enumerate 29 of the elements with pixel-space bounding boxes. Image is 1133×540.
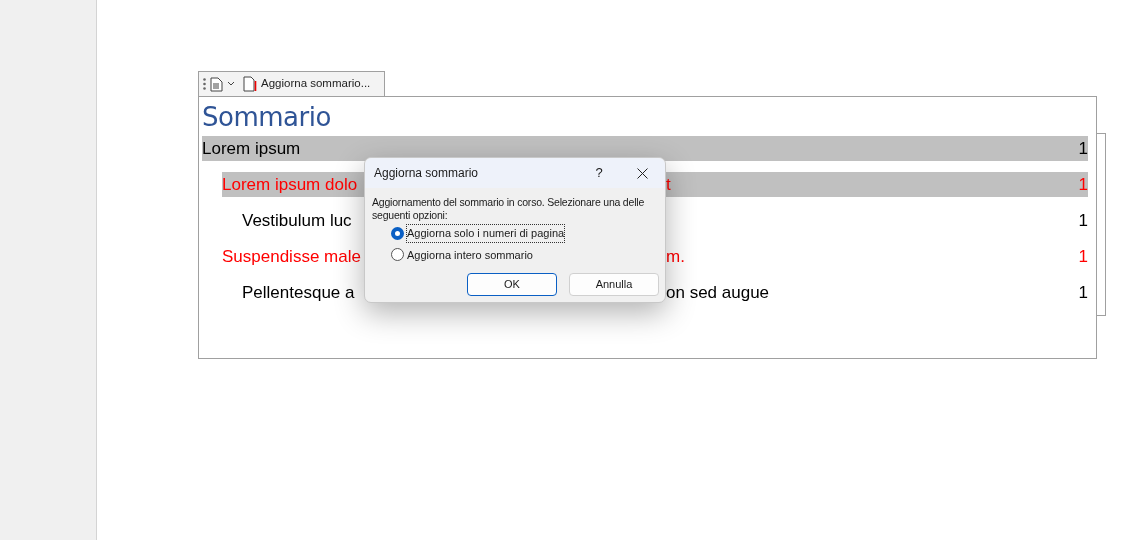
page-number: 1 [1078, 281, 1088, 304]
page-number: 1 [1078, 137, 1088, 160]
page-number: 1 [1078, 173, 1088, 196]
dialog-message: Aggiornamento del sommario in corso. Selezionare una delle seguenti opzioni: [371, 195, 646, 222]
help-button[interactable]: ? [579, 158, 619, 188]
toc-entry-text: Suspendisse male [222, 246, 361, 266]
page-alert-icon [243, 76, 257, 92]
radio-button[interactable] [391, 248, 404, 262]
toc-entry-text: Vestibulum luc [242, 210, 352, 230]
toc-entry-text: m. [666, 246, 685, 266]
document-icon[interactable] [210, 76, 223, 92]
page-number: 1 [1078, 209, 1088, 232]
caret-icon[interactable] [227, 81, 235, 87]
close-icon [636, 167, 648, 179]
drag-handle-icon [203, 78, 206, 90]
toc-entry-text: Lorem ipsum dolo [222, 174, 358, 194]
cancel-button[interactable]: Annulla [569, 273, 659, 296]
ok-button[interactable]: OK [467, 273, 557, 296]
page-number: 1 [1078, 245, 1088, 268]
toc-entry-text: Pellentesque a [242, 282, 355, 302]
toc-entry-text: on sed augue [666, 282, 770, 302]
radio-button[interactable] [391, 226, 404, 240]
toc-title: Sommario [202, 101, 332, 133]
option-label[interactable]: Aggiorna solo i numeri di pagina [407, 225, 565, 242]
toc-entry-text: Lorem ipsum [202, 138, 301, 158]
update-toc-button[interactable]: Aggiorna sommario... [243, 75, 371, 93]
dialog-title: Aggiorna sommario [374, 165, 480, 182]
toc-entry-text: t [666, 174, 671, 194]
option-label[interactable]: Aggiorna intero sommario [407, 246, 533, 263]
